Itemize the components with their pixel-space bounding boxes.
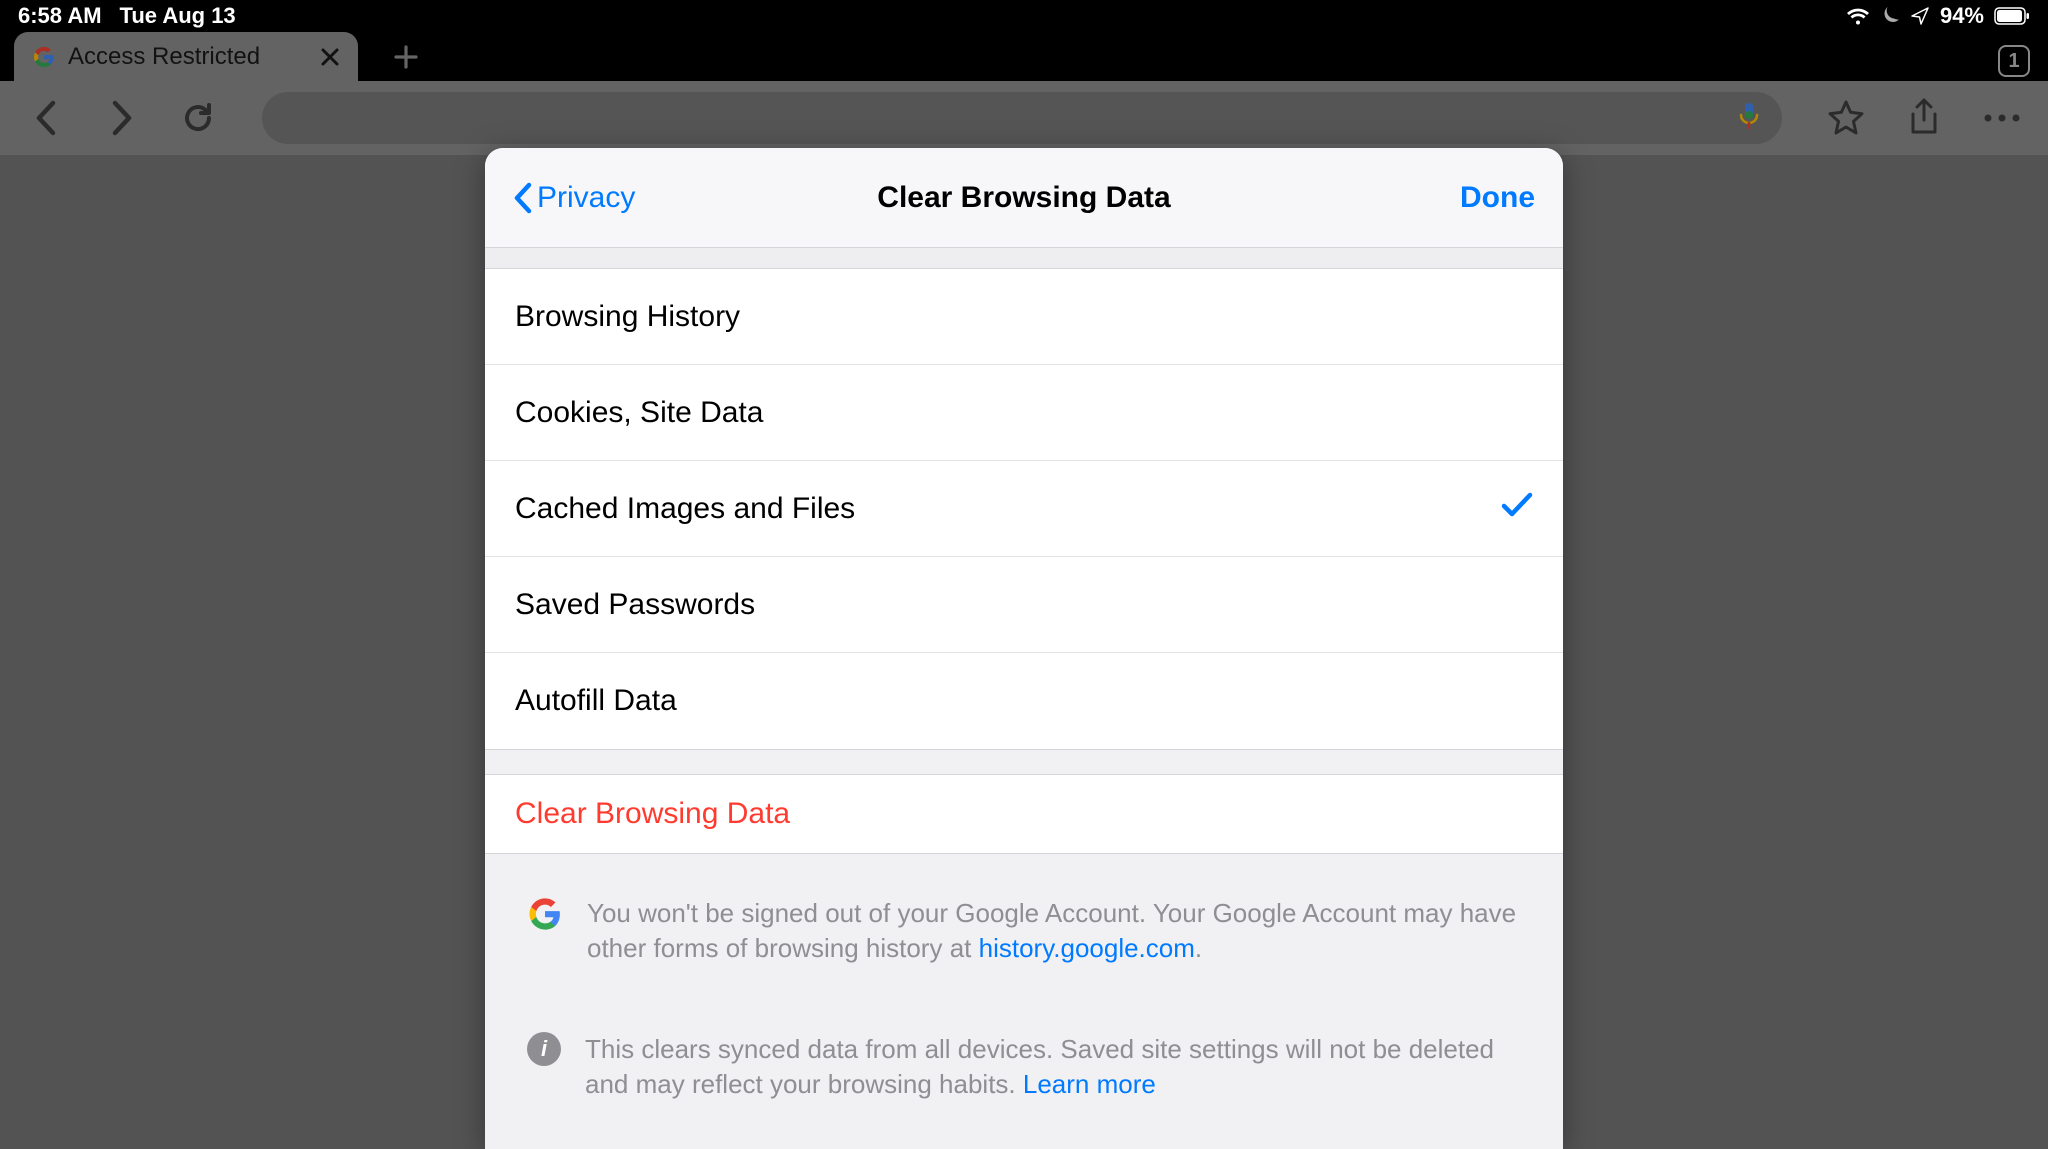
status-time: 6:58 AM [18, 3, 102, 29]
battery-icon [1994, 7, 2030, 25]
clear-browsing-data-modal: Privacy Clear Browsing Data Done Browsin… [485, 148, 1563, 1149]
moon-icon [1880, 6, 1900, 26]
option-cached-images-files[interactable]: Cached Images and Files [485, 461, 1563, 557]
sync-note: i This clears synced data from all devic… [485, 990, 1563, 1126]
back-label: Privacy [537, 181, 635, 215]
data-type-list: Browsing History Cookies, Site Data Cach… [485, 268, 1563, 750]
history-google-link[interactable]: history.google.com [979, 933, 1195, 963]
option-saved-passwords[interactable]: Saved Passwords [485, 557, 1563, 653]
clear-browsing-data-button[interactable]: Clear Browsing Data [485, 774, 1563, 854]
option-browsing-history[interactable]: Browsing History [485, 269, 1563, 365]
google-logo-icon [527, 896, 563, 932]
wifi-icon [1846, 6, 1870, 26]
option-cookies-site-data[interactable]: Cookies, Site Data [485, 365, 1563, 461]
back-to-privacy-button[interactable]: Privacy [513, 181, 635, 215]
location-icon [1910, 6, 1930, 26]
option-label: Saved Passwords [515, 588, 1533, 622]
learn-more-link[interactable]: Learn more [1023, 1069, 1156, 1099]
checkmark-icon [1501, 492, 1533, 526]
action-label: Clear Browsing Data [515, 797, 790, 831]
note-text-end: . [1195, 933, 1202, 963]
google-account-note: You won't be signed out of your Google A… [485, 854, 1563, 990]
done-button[interactable]: Done [1460, 181, 1535, 215]
option-label: Cookies, Site Data [515, 396, 1533, 430]
option-label: Cached Images and Files [515, 492, 1501, 526]
option-autofill-data[interactable]: Autofill Data [485, 653, 1563, 749]
modal-title: Clear Browsing Data [485, 181, 1563, 215]
status-date: Tue Aug 13 [120, 3, 236, 29]
battery-pct: 94% [1940, 3, 1984, 29]
modal-header: Privacy Clear Browsing Data Done [485, 148, 1563, 248]
option-label: Autofill Data [515, 684, 1533, 718]
option-label: Browsing History [515, 300, 1533, 334]
status-bar: 6:58 AM Tue Aug 13 94% [0, 0, 2048, 32]
info-icon: i [527, 1032, 561, 1066]
